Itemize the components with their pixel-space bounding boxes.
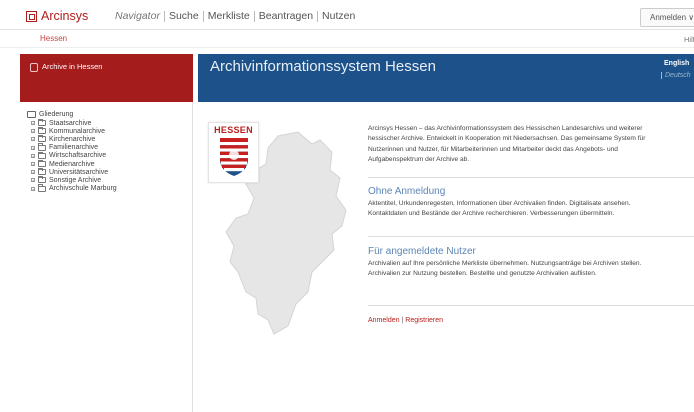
folder-icon (38, 127, 46, 135)
section-title-ohne-anmeldung: Ohne Anmeldung (368, 186, 446, 197)
archive-tree: Gliederung + Staatsarchive + Kommunalarchi… (27, 110, 117, 193)
lion-shield-icon (219, 138, 248, 176)
coat-label: HESSEN (214, 125, 253, 135)
hessen-coat-of-arms: HESSEN (208, 122, 259, 183)
tree-item-kommunalarchive[interactable]: + Kommunalarchive (27, 127, 117, 135)
language-english-link[interactable]: English (664, 60, 689, 67)
sidebar-header: Archive in Hessen (20, 54, 193, 102)
tree-item-label: Archivschule Marburg (49, 185, 117, 193)
app-logo[interactable]: Arcinsys (26, 9, 88, 23)
tree-item-label: Kirchenarchive (49, 135, 96, 143)
sub-bar: Hessen Hilf (0, 30, 694, 48)
folder-icon (38, 143, 46, 151)
tree-item-staatsarchive[interactable]: + Staatsarchive (27, 118, 117, 127)
folder-icon (38, 135, 46, 143)
tree-item-universitaetsarchive[interactable]: + Universitätsarchive (27, 168, 117, 176)
hessen-map: HESSEN (208, 122, 358, 362)
expand-icon[interactable]: + (31, 137, 35, 142)
tree-item-wirtschaftsarchive[interactable]: + Wirtschaftsarchive (27, 151, 117, 160)
folder-icon (38, 159, 46, 168)
expand-icon[interactable]: + (31, 145, 35, 150)
auth-links: Anmelden | Registrieren (368, 317, 443, 324)
folder-icon (27, 111, 36, 118)
tree-item-label: Kommunalarchive (49, 127, 106, 135)
folder-icon (38, 151, 46, 159)
tree-item-label: Staatsarchive (49, 119, 92, 127)
region-link[interactable]: Hessen (40, 34, 67, 43)
expand-icon[interactable]: + (31, 121, 35, 126)
divider (368, 177, 694, 178)
section-text-angemeldete-nutzer: Archivalien auf Ihre persönliche Merklis… (368, 260, 642, 278)
main-content: Archivinformationssystem Hessen English … (198, 54, 694, 412)
expand-icon[interactable]: + (31, 178, 35, 183)
divider (368, 236, 694, 237)
expand-icon[interactable]: + (31, 153, 35, 158)
login-link[interactable]: Anmelden (368, 317, 400, 324)
nav-merkliste[interactable]: Merkliste (202, 11, 254, 22)
expand-icon[interactable]: + (31, 129, 35, 134)
language-deutsch-link[interactable]: Deutsch (661, 72, 691, 79)
section-title-angemeldete-nutzer: Für angemeldete Nutzer (368, 246, 476, 257)
tree-item-label: Universitätsarchive (49, 168, 109, 176)
link-separator: | (401, 317, 404, 324)
tree-root-label: Gliederung (39, 111, 74, 118)
divider (368, 305, 694, 306)
intro-text: Arcinsys Hessen – das Archivinformations… (368, 125, 646, 164)
tree-root[interactable]: Gliederung (27, 110, 117, 119)
folder-icon (38, 168, 46, 176)
nav-nutzen[interactable]: Nutzen (317, 11, 359, 22)
tree-item-familienarchive[interactable]: + Familienarchive (27, 143, 117, 152)
main-header: Archivinformationssystem Hessen English … (198, 54, 694, 102)
tree-item-label: Wirtschaftsarchive (49, 152, 107, 160)
main-nav: Navigator Suche Merkliste Beantragen Nut… (115, 11, 359, 22)
folder-icon (38, 176, 46, 184)
tree-item-medienarchive[interactable]: + Medienarchive (27, 159, 117, 168)
tree-item-label: Sonstige Archive (49, 176, 102, 184)
tree-item-archivschule-marburg[interactable]: + Archivschule Marburg (27, 184, 117, 193)
tree-item-label: Medienarchive (49, 160, 95, 168)
tree-item-label: Familienarchive (49, 144, 99, 152)
nav-suche[interactable]: Suche (163, 11, 203, 22)
sidebar: Archive in Hessen Gliederung + Staatsarch… (20, 54, 193, 412)
sidebar-title[interactable]: Archive in Hessen (42, 62, 102, 71)
nav-navigator[interactable]: Navigator (115, 11, 164, 22)
top-bar: Arcinsys Navigator Suche Merkliste Beant… (0, 0, 694, 30)
section-text-ohne-anmeldung: Aktentitel, Urkundenregesten, Informatio… (368, 200, 631, 218)
folder-icon (38, 184, 46, 192)
login-button[interactable]: Anmelden ∨ (640, 8, 694, 27)
folder-icon (38, 118, 46, 127)
arcinsys-logo-icon (26, 10, 37, 22)
expand-icon[interactable]: + (31, 186, 35, 191)
help-link[interactable]: Hilf (684, 35, 694, 44)
expand-icon[interactable]: + (31, 162, 35, 167)
nav-beantragen[interactable]: Beantragen (253, 11, 317, 22)
expand-icon[interactable]: + (31, 170, 35, 175)
app-name: Arcinsys (41, 9, 89, 23)
tree-item-kirchenarchive[interactable]: + Kirchenarchive (27, 135, 117, 143)
page-title: Archivinformationssystem Hessen (210, 58, 436, 75)
register-link[interactable]: Registrieren (405, 317, 443, 324)
tree-item-sonstige-archive[interactable]: + Sonstige Archive (27, 176, 117, 184)
archive-icon (30, 63, 38, 72)
